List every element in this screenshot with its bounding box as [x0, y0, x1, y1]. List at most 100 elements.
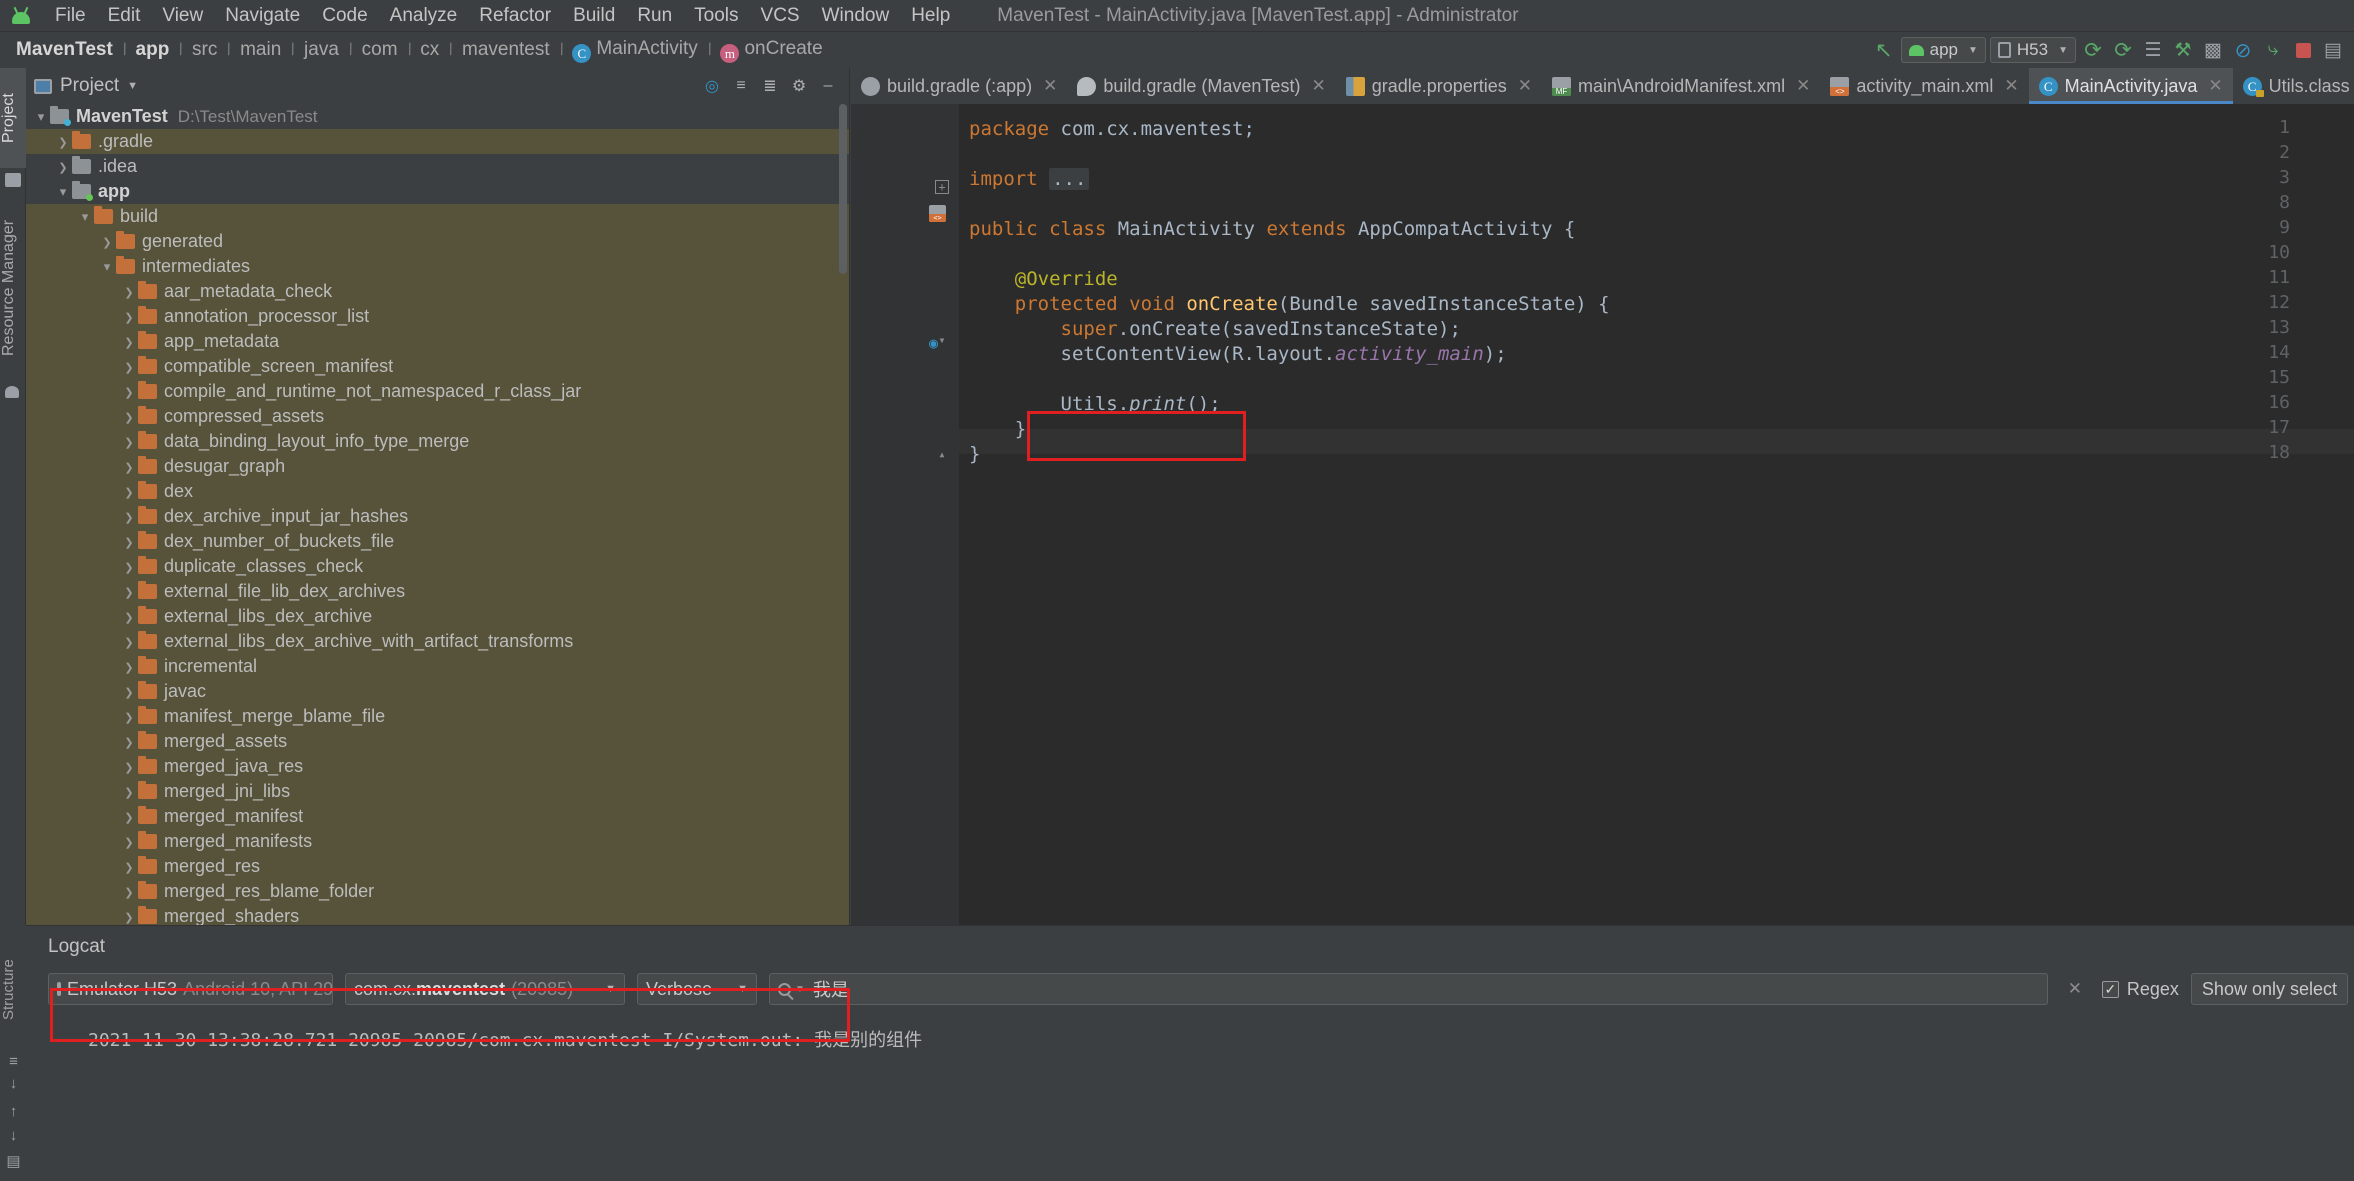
chevron-right-icon[interactable] [120, 884, 138, 899]
collapse-all-icon[interactable]: ≣ [757, 73, 783, 99]
chevron-right-icon[interactable] [120, 584, 138, 599]
close-icon[interactable]: ✕ [1311, 76, 1325, 96]
fold-end-icon[interactable]: ▴ [935, 448, 949, 462]
chevron-right-icon[interactable] [120, 509, 138, 524]
breadcrumb-item-oncreate[interactable]: monCreate [716, 37, 826, 64]
chevron-right-icon[interactable] [120, 784, 138, 799]
chevron-right-icon[interactable] [120, 734, 138, 749]
tree-item[interactable]: merged_res [26, 854, 849, 879]
expand-all-icon[interactable]: ≡ [728, 73, 754, 99]
menu-item-tools[interactable]: Tools [683, 2, 749, 30]
tree-item[interactable]: merged_shaders [26, 904, 849, 925]
close-icon[interactable]: ✕ [1796, 76, 1810, 96]
chevron-right-icon[interactable] [120, 909, 138, 924]
tree-item[interactable]: aar_metadata_check [26, 279, 849, 304]
tree-item[interactable]: generated [26, 229, 849, 254]
chevron-right-icon[interactable] [120, 409, 138, 424]
chevron-right-icon[interactable] [120, 634, 138, 649]
menu-item-code[interactable]: Code [311, 2, 378, 30]
tree-item[interactable]: merged_manifests [26, 829, 849, 854]
tree-item[interactable]: annotation_processor_list [26, 304, 849, 329]
close-icon[interactable]: ✕ [1043, 76, 1057, 96]
tab-build-gradle-maventest-[interactable]: build.gradle (MavenTest)✕ [1067, 68, 1335, 104]
chevron-right-icon[interactable] [120, 484, 138, 499]
tree-item[interactable]: merged_res_blame_folder [26, 879, 849, 904]
breadcrumb-item-src[interactable]: src [188, 38, 221, 62]
chevron-right-icon[interactable] [54, 134, 72, 149]
logcat-output[interactable]: 2021-11-30 13:38:28.721 20985-20985/com.… [76, 1020, 2354, 1181]
chevron-right-icon[interactable] [120, 459, 138, 474]
chevron-right-icon[interactable] [120, 534, 138, 549]
tab-mainactivity-java[interactable]: MainActivity.java✕ [2029, 68, 2233, 104]
breadcrumb-item-maventest[interactable]: maventest [458, 38, 554, 62]
project-tree[interactable]: MavenTestD:\Test\MavenTest.gradle.ideaap… [26, 104, 849, 925]
sidebar-item-project[interactable]: Project [0, 68, 26, 168]
chevron-right-icon[interactable] [120, 709, 138, 724]
arrow-up-icon[interactable]: ↑ [5, 1103, 22, 1120]
locate-icon[interactable]: ◎ [699, 73, 725, 99]
settings-gear-icon[interactable]: ⚙ [786, 73, 812, 99]
chevron-right-icon[interactable] [120, 659, 138, 674]
tab-utils-class[interactable]: Utils.class✕ [2233, 68, 2354, 104]
tree-item[interactable]: external_libs_dex_archive_with_artifact_… [26, 629, 849, 654]
tree-item[interactable]: data_binding_layout_info_type_merge [26, 429, 849, 454]
tree-item[interactable]: merged_java_res [26, 754, 849, 779]
arrow-down-icon[interactable]: ↓ [5, 1127, 22, 1144]
chevron-down-icon[interactable] [76, 209, 94, 225]
chevron-right-icon[interactable] [120, 859, 138, 874]
chevron-down-icon[interactable]: ▼ [127, 80, 138, 92]
sidebar-item-structure[interactable]: Structure [0, 935, 26, 1045]
tab-build-gradle-app-[interactable]: build.gradle (:app)✕ [851, 68, 1067, 104]
class-gutter-icon[interactable] [929, 205, 946, 222]
tree-item[interactable]: intermediates [26, 254, 849, 279]
tree-item[interactable]: merged_manifest [26, 804, 849, 829]
menu-item-vcs[interactable]: VCS [750, 2, 811, 30]
tree-item[interactable]: incremental [26, 654, 849, 679]
tree-item[interactable]: merged_jni_libs [26, 779, 849, 804]
breadcrumb-item-app[interactable]: app [132, 38, 174, 62]
project-tree-scrollbar[interactable] [839, 104, 847, 274]
breadcrumb-item-maventest[interactable]: MavenTest [12, 38, 117, 62]
tree-item[interactable]: manifest_merge_blame_file [26, 704, 849, 729]
tree-item[interactable]: compile_and_runtime_not_namespaced_r_cla… [26, 379, 849, 404]
menu-item-navigate[interactable]: Navigate [214, 2, 311, 30]
menu-item-edit[interactable]: Edit [97, 2, 152, 30]
breadcrumb-item-mainactivity[interactable]: CMainActivity [568, 37, 701, 64]
close-icon[interactable]: ✕ [1518, 76, 1532, 96]
chevron-right-icon[interactable] [98, 234, 116, 249]
tree-item[interactable]: duplicate_classes_check [26, 554, 849, 579]
chevron-right-icon[interactable] [120, 284, 138, 299]
menu-item-help[interactable]: Help [900, 2, 961, 30]
chevron-right-icon[interactable] [120, 334, 138, 349]
tree-item[interactable]: dex_archive_input_jar_hashes [26, 504, 849, 529]
run-icon[interactable]: ⟳ [2080, 37, 2106, 63]
chevron-down-icon[interactable] [98, 259, 116, 275]
hide-panel-icon[interactable]: – [815, 73, 841, 99]
tree-item[interactable]: external_file_lib_dex_archives [26, 579, 849, 604]
debug-attach-icon[interactable]: ⟳ [2110, 37, 2136, 63]
tree-item[interactable]: dex_number_of_buckets_file [26, 529, 849, 554]
tree-item[interactable]: external_libs_dex_archive [26, 604, 849, 629]
chevron-down-icon[interactable] [54, 184, 72, 200]
tab-activity-main-xml[interactable]: activity_main.xml✕ [1820, 68, 2028, 104]
tree-item[interactable]: build [26, 204, 849, 229]
breadcrumb-item-com[interactable]: com [358, 38, 402, 62]
tree-item[interactable]: .gradle [26, 129, 849, 154]
chevron-right-icon[interactable] [120, 359, 138, 374]
tree-item[interactable]: .idea [26, 154, 849, 179]
menu-item-build[interactable]: Build [562, 2, 626, 30]
chevron-right-icon[interactable] [120, 384, 138, 399]
tab-gradle-properties[interactable]: gradle.properties✕ [1336, 68, 1542, 104]
tree-item[interactable]: app_metadata [26, 329, 849, 354]
tree-item[interactable]: desugar_graph [26, 454, 849, 479]
breadcrumb-item-main[interactable]: main [236, 38, 285, 62]
tab-main-androidmanifest-xml[interactable]: main\AndroidManifest.xml✕ [1542, 68, 1820, 104]
chevron-right-icon[interactable] [120, 559, 138, 574]
menu-item-refactor[interactable]: Refactor [468, 2, 562, 30]
breadcrumb-item-cx[interactable]: cx [416, 38, 443, 62]
stop-button[interactable] [2290, 37, 2316, 63]
fold-collapse-icon[interactable]: ▾ [935, 334, 949, 348]
menu-item-file[interactable]: File [44, 2, 97, 30]
tree-item[interactable]: compressed_assets [26, 404, 849, 429]
chevron-right-icon[interactable] [120, 309, 138, 324]
